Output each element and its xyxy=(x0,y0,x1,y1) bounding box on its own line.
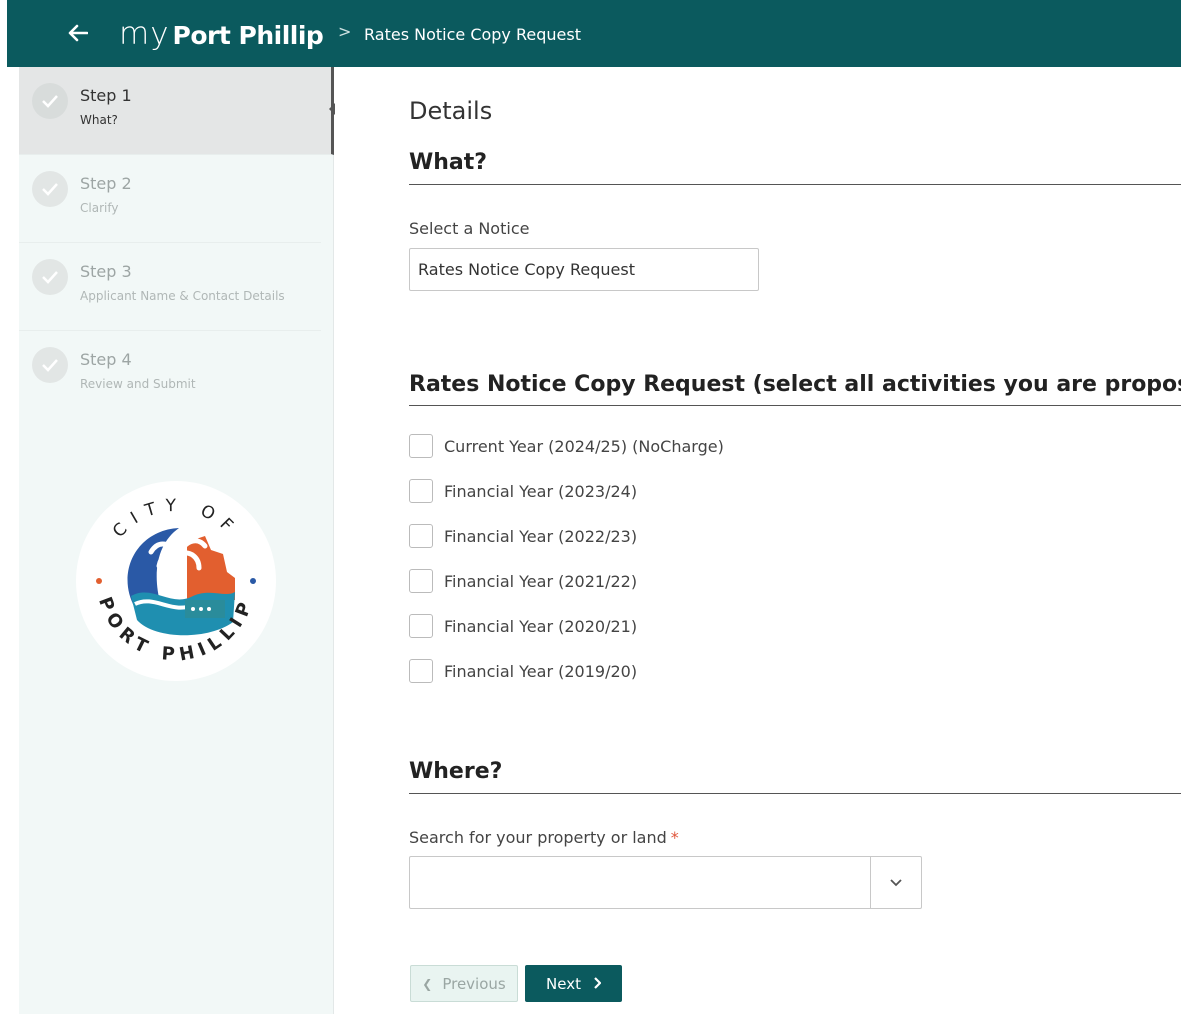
checkbox-label: Financial Year (2022/23) xyxy=(444,526,638,546)
checkbox-label: Financial Year (2019/20) xyxy=(444,661,638,681)
option-checkbox-row[interactable]: Current Year (2024/25) (NoCharge) xyxy=(409,433,724,459)
breadcrumb-separator: > xyxy=(338,22,352,41)
check-circle-icon xyxy=(32,259,68,295)
check-circle-icon xyxy=(32,347,68,383)
chevron-down-icon xyxy=(890,878,902,886)
active-step-caret-icon xyxy=(329,103,335,115)
breadcrumb-current: Rates Notice Copy Request xyxy=(364,25,581,44)
previous-button-label: Previous xyxy=(442,974,506,993)
checkbox[interactable] xyxy=(409,569,433,593)
step-subtitle: Review and Submit xyxy=(80,377,196,391)
option-checkbox-row[interactable]: Financial Year (2022/23) xyxy=(409,523,637,549)
checkbox-label: Current Year (2024/25) (NoCharge) xyxy=(444,436,724,456)
checkbox-label: Financial Year (2020/21) xyxy=(444,616,638,636)
page-title: Details xyxy=(409,97,493,125)
step-title: Step 4 xyxy=(80,350,132,369)
city-of-port-phillip-seal-logo: CITY OF PORT PHILLIP xyxy=(76,481,276,681)
step-title: Step 1 xyxy=(80,86,132,105)
step-sidebar: Step 1 What? Step 2 Clarify Step 3 Appli… xyxy=(19,67,335,1014)
step-subtitle: Clarify xyxy=(80,201,119,215)
option-checkbox-row[interactable]: Financial Year (2023/24) xyxy=(409,478,637,504)
option-checkbox-row[interactable]: Financial Year (2020/21) xyxy=(409,613,637,639)
section-divider xyxy=(409,405,1181,406)
check-circle-icon xyxy=(32,83,68,119)
checkbox[interactable] xyxy=(409,659,433,683)
step-title: Step 2 xyxy=(80,174,132,193)
logo-brand-text: Port Phillip xyxy=(172,21,324,50)
property-search-combobox[interactable] xyxy=(409,856,922,909)
next-button[interactable]: Next xyxy=(525,965,622,1002)
checkbox[interactable] xyxy=(409,614,433,638)
checkbox-label: Financial Year (2021/22) xyxy=(444,571,638,591)
sidebar-step-1[interactable]: Step 1 What? xyxy=(19,67,335,155)
step-title: Step 3 xyxy=(80,262,132,281)
step-subtitle: What? xyxy=(80,113,118,127)
option-checkbox-row[interactable]: Financial Year (2021/22) xyxy=(409,568,637,594)
section-divider xyxy=(409,184,1181,185)
checkbox[interactable] xyxy=(409,479,433,503)
checkbox-label: Financial Year (2023/24) xyxy=(444,481,638,501)
sidebar-step-2[interactable]: Step 2 Clarify xyxy=(19,155,321,243)
select-notice-label: Select a Notice xyxy=(409,219,530,238)
dropdown-toggle-button[interactable] xyxy=(870,857,921,908)
what-section-heading: What? xyxy=(409,150,488,175)
my-port-phillip-logo[interactable]: my Port Phillip xyxy=(119,16,324,52)
activities-section-heading: Rates Notice Copy Request (select all ac… xyxy=(409,372,1181,397)
sidebar-step-3[interactable]: Step 3 Applicant Name & Contact Details xyxy=(19,243,321,331)
logo-my-text: my xyxy=(119,16,170,52)
property-search-label-text: Search for your property or land xyxy=(409,828,667,847)
select-notice-field[interactable]: Rates Notice Copy Request xyxy=(409,248,759,291)
top-navigation-bar: my Port Phillip > Rates Notice Copy Requ… xyxy=(7,0,1181,67)
chevron-left-icon: ❮ xyxy=(422,976,433,991)
option-checkbox-row[interactable]: Financial Year (2019/20) xyxy=(409,658,637,684)
select-notice-value: Rates Notice Copy Request xyxy=(418,260,635,279)
where-section-heading: Where? xyxy=(409,759,503,784)
check-circle-icon xyxy=(32,171,68,207)
checkbox[interactable] xyxy=(409,524,433,548)
previous-button[interactable]: ❮ Previous xyxy=(410,965,518,1002)
property-search-label: Search for your property or land * xyxy=(409,828,679,847)
checkbox[interactable] xyxy=(409,434,433,458)
sidebar-step-4[interactable]: Step 4 Review and Submit xyxy=(19,331,321,418)
back-arrow-icon[interactable] xyxy=(63,18,93,48)
step-subtitle: Applicant Name & Contact Details xyxy=(80,289,285,303)
next-button-label: Next xyxy=(546,974,581,993)
section-divider xyxy=(409,793,1181,794)
required-asterisk: * xyxy=(670,828,679,847)
chevron-right-icon xyxy=(593,975,602,993)
